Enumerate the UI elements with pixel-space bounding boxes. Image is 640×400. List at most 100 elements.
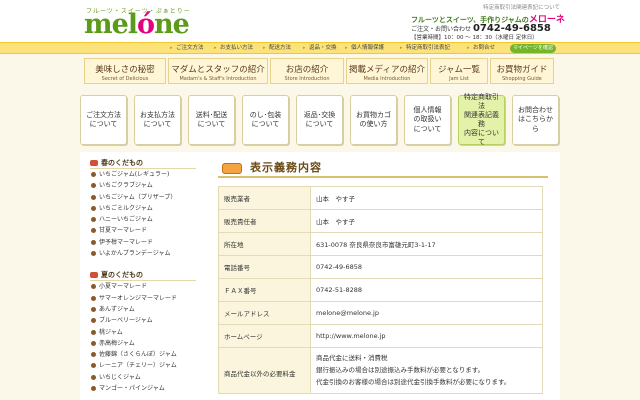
category-heading-spring: 春のくだもの [90, 158, 196, 169]
row-key: メールアドレス [218, 301, 311, 325]
util-returns[interactable]: 返品・交換 [303, 43, 337, 54]
fee-line: 銀行振込みの場合は別途振込み手数料が必要となります。 [316, 366, 485, 374]
guide-returns-button[interactable]: 返品･交換 について [296, 95, 343, 145]
sidebar-item[interactable]: いちごジャム(レギュラー) [90, 169, 196, 180]
legal-note-link[interactable]: 特定商取引法関連表記について [483, 3, 560, 11]
nav-media-jp: 掲載メディアの紹介 [349, 65, 425, 75]
util-contact[interactable]: お問合せ [467, 43, 495, 54]
nav-media[interactable]: 掲載メディアの紹介 Media Introduction [346, 58, 428, 84]
util-payment[interactable]: お支払い方法 [214, 43, 253, 54]
table-row: 所在地 631-0078 奈良県奈良市富雄元町3-1-17 [218, 232, 543, 256]
guide-payment-button[interactable]: お支払方法 について [134, 95, 181, 145]
sidebar-item[interactable]: サマーオレンジマーマレード [90, 293, 196, 304]
nav-jam-list[interactable]: ジャム一覧 Jam List [430, 58, 488, 84]
spring-list: いちごジャム(レギュラー) いちごクラブジャム いちごジャム（プリザーブ） いち… [90, 169, 196, 259]
util-privacy[interactable]: 個人情報保護 [345, 43, 384, 54]
sidebar-item[interactable]: 桃ジャム [90, 327, 196, 338]
sidebar-item[interactable]: いちじくジャム [90, 372, 196, 383]
table-row: 販売業者 山本 やす子 [218, 186, 543, 210]
guide-order-button[interactable]: ご注文方法 について [80, 95, 127, 145]
homepage-link[interactable]: http://www.melone.jp [310, 324, 543, 348]
sidebar-item[interactable]: 赤高梅ジャム [90, 338, 196, 349]
nav-guide-jp: お買物ガイド [496, 65, 548, 75]
sidebar-item[interactable]: いちごクラブジャム [90, 180, 196, 191]
btn-line: 個人情報 [413, 106, 442, 115]
nav-guide[interactable]: お買物ガイド Shopping Guide [490, 58, 554, 84]
sidebar-item[interactable]: いよかんブランデージャム [90, 248, 196, 259]
category-title: 夏のくだもの [101, 271, 143, 280]
btn-line: について [251, 120, 280, 128]
fee-line: 商品代金に送料・消費税 [316, 354, 388, 362]
guide-wrapping-button[interactable]: のし･包装 について [242, 95, 289, 145]
row-value: 0742-49-6858 [310, 255, 543, 279]
btn-line: お支払方法 [140, 110, 175, 119]
btn-line: 返品･交換 [303, 110, 336, 119]
btn-line: について [305, 120, 334, 128]
row-key: 商品代金以外の必要料金 [218, 347, 311, 394]
jar-icon [222, 163, 242, 174]
btn-line: はこちらから [518, 115, 553, 133]
section-title-text: 表示義務内容 [250, 161, 322, 174]
fruit-icon [90, 160, 98, 166]
header: フルーツ・スイーツ・ぷぁとりー melóne 特定商取引法関連表記について フル… [0, 0, 640, 42]
btn-line: の使い方 [359, 120, 388, 128]
sidebar-item[interactable]: あんずジャム [90, 304, 196, 315]
nav-secret[interactable]: 美味しさの秘密 Secret of Delicious [84, 58, 166, 84]
email-value[interactable]: melone@melone.jp [310, 301, 543, 325]
sidebar: 春のくだもの いちごジャム(レギュラー) いちごクラブジャム いちごジャム（プリ… [90, 158, 196, 394]
logo-text-1: mel [84, 9, 138, 40]
content-area: 春のくだもの いちごジャム(レギュラー) いちごクラブジャム いちごジャム（プリ… [80, 152, 560, 400]
mypage-button[interactable]: マイページを確認 [510, 44, 556, 53]
category-title: 春のくだもの [101, 159, 143, 167]
utility-nav: ご注文方法 お支払い方法 配送方法 返品・交換 個人情報保護 特定商取引法表記 … [0, 42, 640, 54]
sidebar-item[interactable]: マンゴー・パインジャム [90, 383, 196, 394]
sidebar-item[interactable]: 伊予柑マーマレード [90, 237, 196, 248]
util-shipping[interactable]: 配送方法 [263, 43, 291, 54]
btn-line: ご注文方法 [86, 110, 121, 119]
sidebar-item[interactable]: ハニーいちごジャム [90, 214, 196, 225]
nav-staff-jp: マダムとスタッフの紹介 [171, 65, 265, 75]
table-row: 販売責任者 山本 やす子 [218, 209, 543, 233]
fruit-icon [90, 272, 98, 279]
row-key: ＦＡＸ番号 [218, 278, 311, 302]
site-logo[interactable]: melóne [84, 9, 190, 40]
nav-jam-list-jp: ジャム一覧 [437, 65, 481, 75]
sidebar-item[interactable]: いちごジャム（プリザーブ） [90, 192, 196, 203]
main-nav: 美味しさの秘密 Secret of Delicious マダムとスタッフの紹介 Ma… [0, 55, 640, 88]
btn-line: 特定商取引法 [464, 92, 499, 110]
guide-privacy-button[interactable]: 個人情報 の取扱い について [404, 95, 451, 145]
guide-shipping-button[interactable]: 送料･配送 について [188, 95, 235, 145]
guide-contact-button[interactable]: お問合わせ はこちらから [512, 95, 559, 145]
sidebar-item[interactable]: 佐藤錦（さくらんぼ）ジャム [90, 349, 196, 360]
btn-line: について [89, 120, 118, 128]
btn-line: 関連表記義務 [464, 110, 499, 128]
sidebar-item[interactable]: 甘夏マーマレード [90, 225, 196, 236]
btn-line: について [143, 120, 172, 128]
nav-store[interactable]: お店の紹介 Store Introduction [270, 58, 344, 84]
contact-label: ご注文・お問い合わせ [411, 26, 472, 33]
nav-secret-jp: 美味しさの秘密 [95, 65, 155, 75]
util-legal[interactable]: 特定商取引法表記 [400, 43, 450, 54]
legal-info-table: 販売業者 山本 やす子 販売責任者 山本 やす子 所在地 631-0078 奈良県奈良… [218, 186, 543, 394]
nav-staff-en: Madam's & Staff's Introduction [179, 76, 257, 82]
row-key: 所在地 [218, 232, 311, 256]
guide-legal-button[interactable]: 特定商取引法 関連表記義務 内容について [458, 92, 505, 146]
table-row: ホームページ http://www.melone.jp [218, 324, 543, 348]
sidebar-item[interactable]: いちごミルクジャム [90, 203, 196, 214]
fee-line: 代金引換のお客様の場合は別途代金引換手数料が必要になります。 [316, 378, 511, 386]
nav-store-jp: お店の紹介 [285, 65, 329, 75]
sidebar-item[interactable]: 小夏マーマレード [90, 281, 196, 292]
row-value: 商品代金に送料・消費税銀行振込みの場合は別途振込み手数料が必要となります。代金引… [310, 347, 543, 394]
btn-line: お買物カゴ [356, 110, 391, 119]
util-order-method[interactable]: ご注文方法 [170, 43, 204, 54]
btn-line: お問合わせ [518, 106, 553, 115]
btn-line: のし･包装 [249, 110, 282, 119]
row-key: 販売業者 [218, 186, 311, 210]
btn-line: について [413, 124, 442, 133]
guide-cart-button[interactable]: お買物カゴ の使い方 [350, 95, 397, 145]
sidebar-item[interactable]: ブルーベリージャム [90, 315, 196, 326]
nav-secret-en: Secret of Delicious [101, 76, 149, 82]
nav-staff[interactable]: マダムとスタッフの紹介 Madam's & Staff's Introductio… [168, 58, 268, 84]
btn-line: について [197, 120, 226, 128]
sidebar-item[interactable]: レーニア（チェリー）ジャム [90, 360, 196, 371]
